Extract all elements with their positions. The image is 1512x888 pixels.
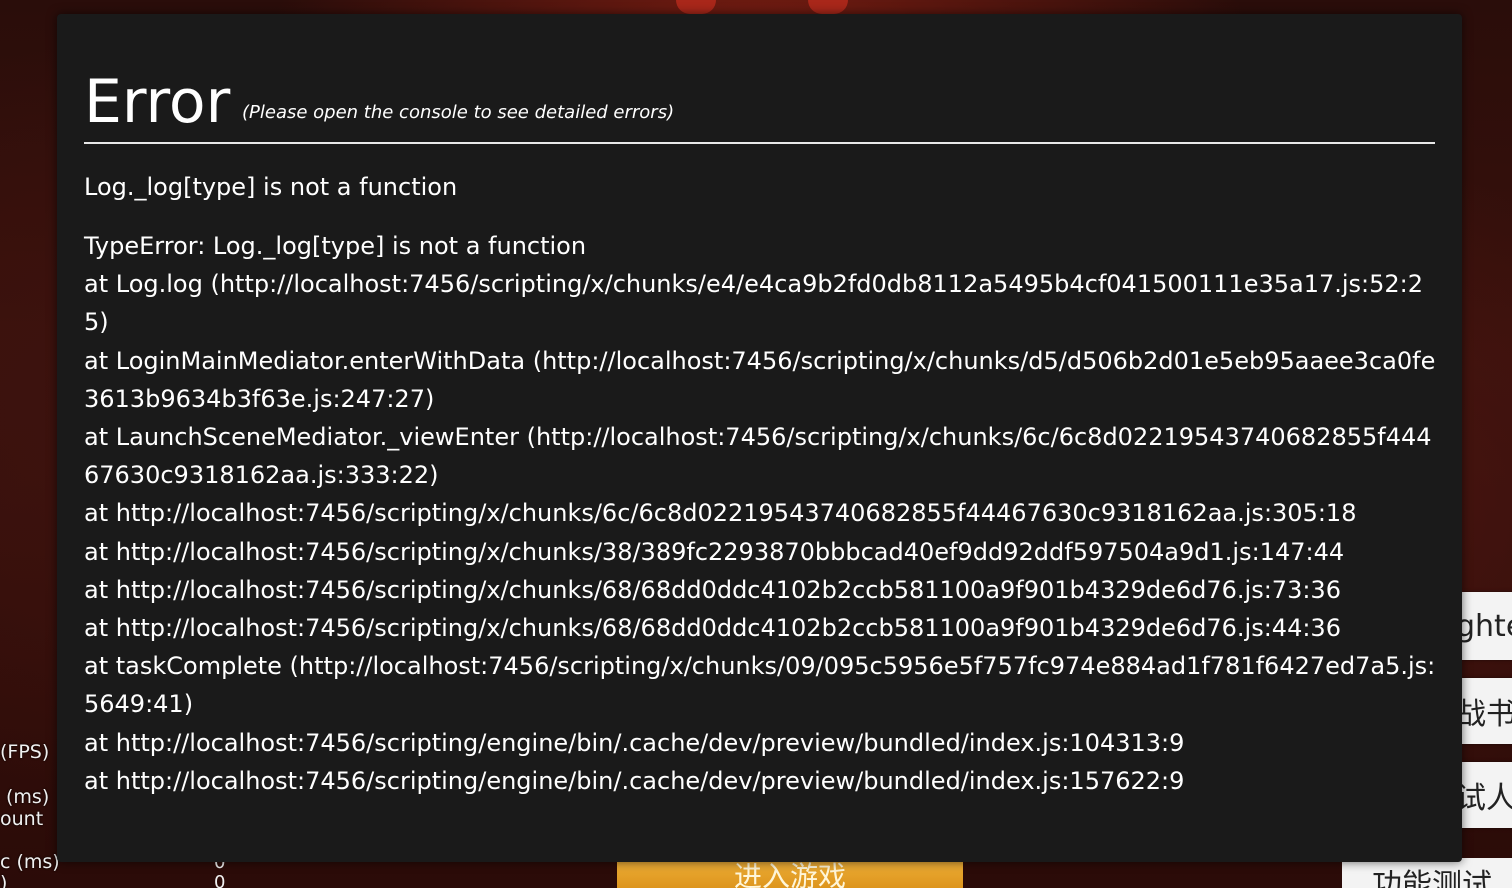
stat-label-render-time: ) (0, 872, 8, 888)
enter-game-button-label: 进入游戏 (733, 860, 846, 888)
error-overlay: Error (Please open the console to see de… (57, 14, 1462, 862)
error-stack-trace: TypeError: Log._log[type] is not a funct… (84, 227, 1437, 800)
stack-line: at LoginMainMediator.enterWithData (http… (84, 346, 1436, 413)
stack-line: at taskComplete (http://localhost:7456/s… (84, 652, 1436, 719)
top-ornament-left (676, 0, 716, 14)
game-scene-background: (FPS) (ms) ount c (ms) ) 0 0 ghte 战书 试人 … (0, 0, 1512, 888)
side-menu-button-3[interactable]: 试人 (1462, 762, 1512, 828)
side-menu-button-label: 试人 (1462, 781, 1512, 816)
stack-line: at http://localhost:7456/scripting/x/chu… (84, 499, 1357, 528)
error-message: Log._log[type] is not a function (84, 173, 458, 201)
side-menu-button-label: ghte (1462, 608, 1512, 644)
stack-line: TypeError: Log._log[type] is not a funct… (84, 232, 587, 260)
stack-line: at http://localhost:7456/scripting/engin… (84, 766, 1185, 795)
top-ornament-right (808, 0, 848, 14)
side-menu-button-1[interactable]: ghte (1462, 592, 1512, 660)
side-menu-button-2[interactable]: 战书 (1462, 678, 1512, 744)
feature-test-button[interactable]: 功能测试 (1342, 858, 1512, 888)
stack-line: at http://localhost:7456/scripting/x/chu… (84, 575, 1341, 604)
side-menu-button-label: 战书 (1462, 697, 1512, 732)
stack-line: at LaunchSceneMediator._viewEnter (http:… (84, 423, 1432, 490)
stat-label-frame-time: (ms) (6, 786, 50, 808)
stat-label-count: ount (0, 808, 44, 830)
stack-line: at http://localhost:7456/scripting/engin… (84, 728, 1185, 757)
stat-value: 0 (214, 872, 226, 888)
stack-line: at Log.log (http://localhost:7456/script… (84, 270, 1424, 337)
stack-line: at http://localhost:7456/scripting/x/chu… (84, 614, 1341, 643)
stat-label-fps: (FPS) (0, 741, 50, 763)
error-title: Error (84, 67, 231, 137)
stat-label-logic-time: c (ms) (0, 851, 60, 873)
stack-line: at http://localhost:7456/scripting/x/chu… (84, 537, 1345, 566)
feature-test-button-label: 功能测试 (1372, 868, 1492, 888)
error-header: Error (Please open the console to see de… (84, 66, 1435, 144)
error-hint: (Please open the console to see detailed… (242, 102, 675, 123)
